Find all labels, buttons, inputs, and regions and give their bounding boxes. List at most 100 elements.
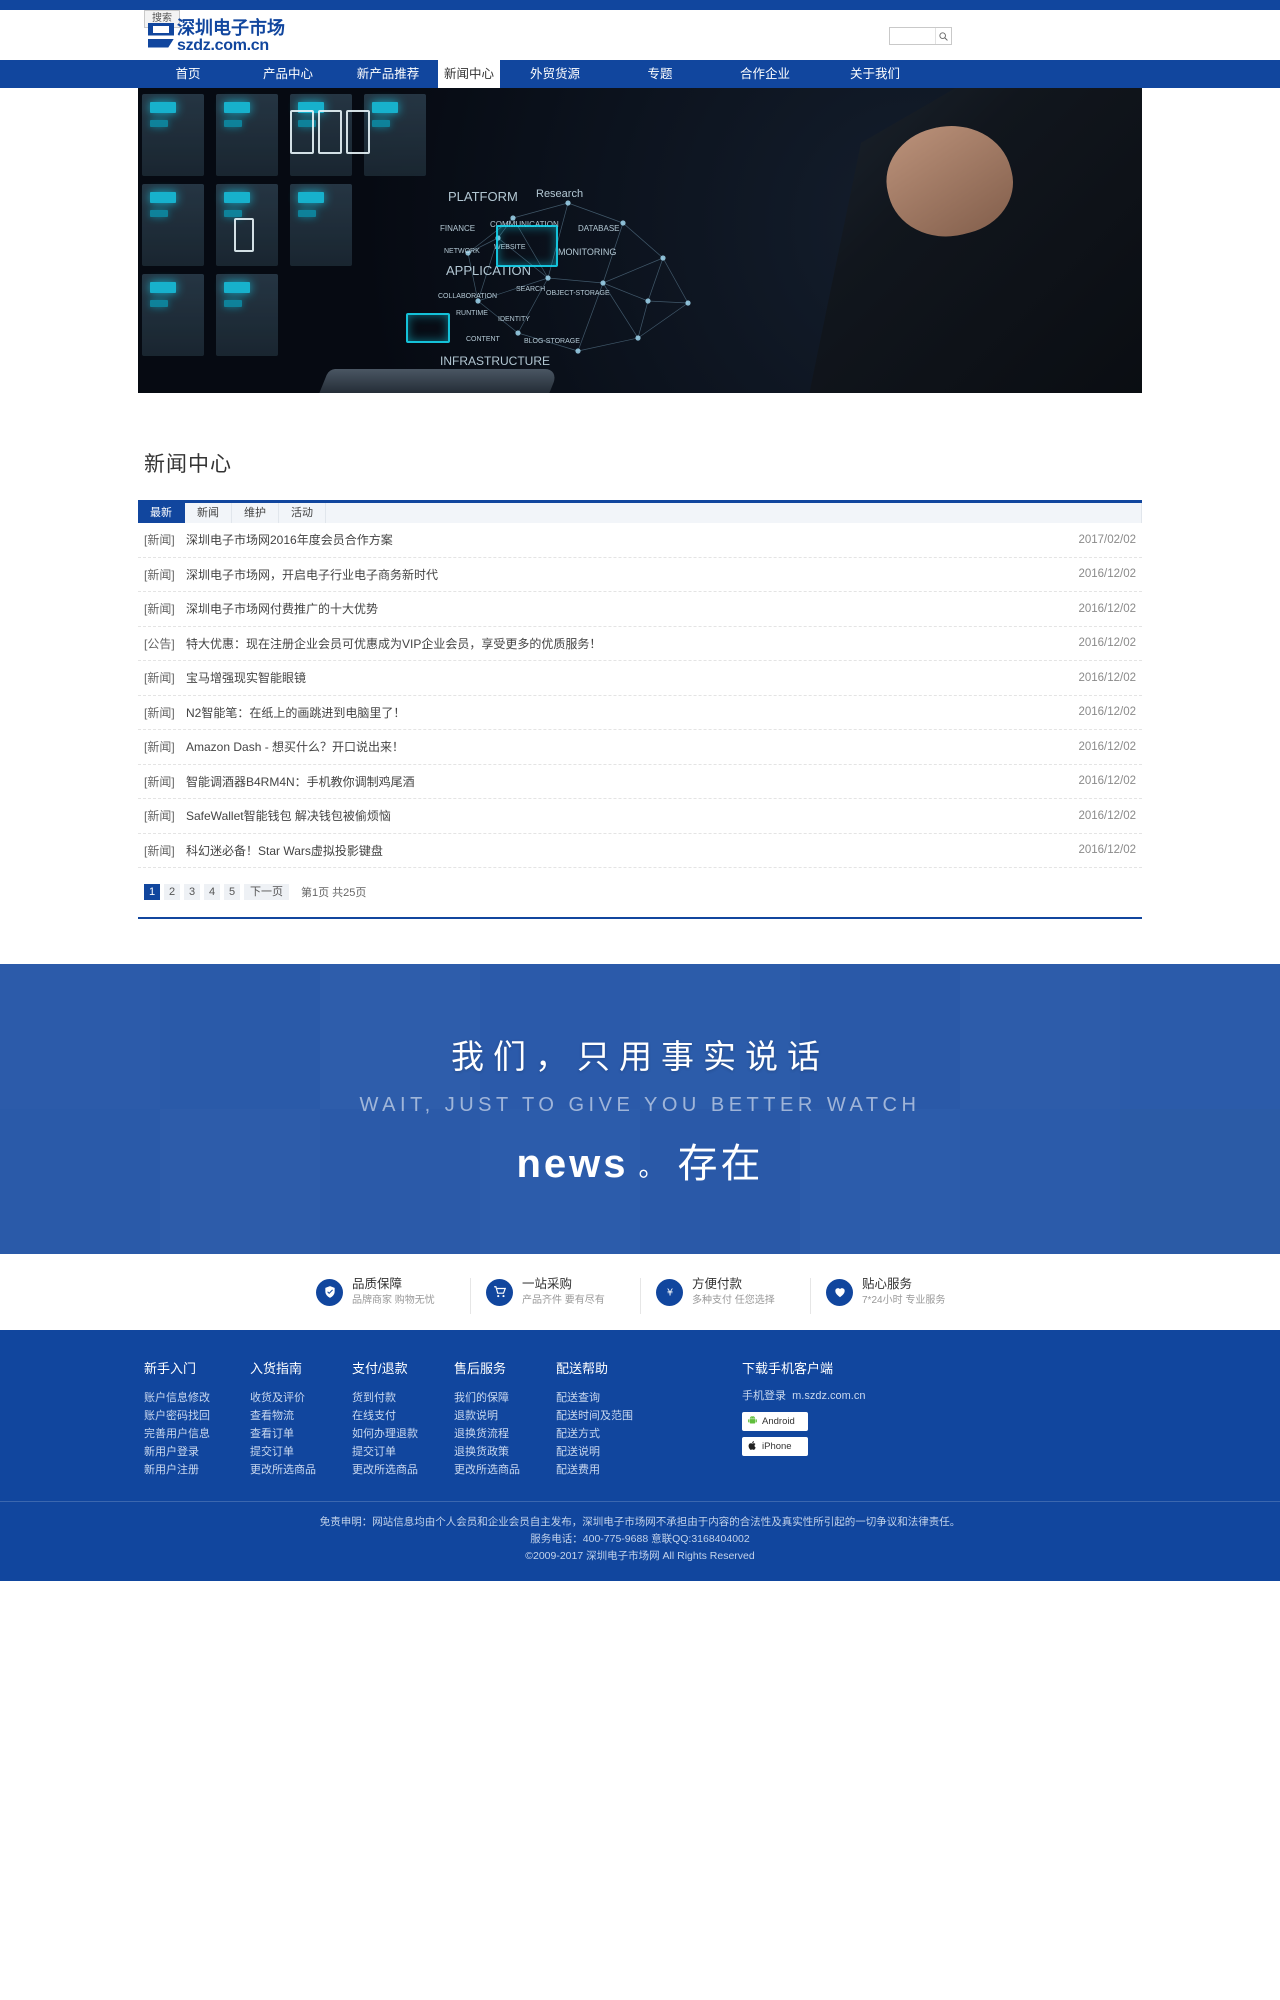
footer-link[interactable]: 收货及评价 [250,1389,352,1407]
page-button-3[interactable]: 3 [184,884,200,900]
footer-link[interactable]: 账户密码找回 [144,1407,250,1425]
news-tabs-wrapper: 最新 新闻 维护 活动 [138,500,1142,523]
news-row[interactable]: [新闻] SafeWallet智能钱包 解决钱包被偷烦恼 2016/12/02 [138,799,1142,834]
service-desc: 7*24小时 专业服务 [862,1295,946,1307]
search-box[interactable] [889,27,952,45]
svg-text:FINANCE: FINANCE [440,224,475,233]
news-title[interactable]: 智能调酒器B4RM4N：手机教你调制鸡尾酒 [186,773,1078,790]
svg-text:NETWORK: NETWORK [444,248,480,255]
news-title[interactable]: 宝马增强现实智能眼镜 [186,669,1078,686]
news-row[interactable]: [新闻] 宝马增强现实智能眼镜 2016/12/02 [138,661,1142,696]
cart-icon [486,1278,513,1306]
app-button-label: Android [762,1416,795,1427]
news-category: [新闻] [144,740,175,755]
nav-item-4[interactable]: 外贸货源 [500,60,610,88]
footer-link[interactable]: 查看物流 [250,1407,352,1425]
next-page-button[interactable]: 下一页 [244,884,289,900]
nav-item-3[interactable]: 新闻中心 [438,60,500,88]
footer-column-1: 入货指南 收货及评价 查看物流 查看订单 提交订单 更改所选商品 [250,1358,352,1479]
footer-link[interactable]: 退换货流程 [454,1425,556,1443]
service-desc: 产品齐件 要有尽有 [522,1295,605,1307]
nav-item-0[interactable]: 首页 [138,60,238,88]
app-download-iphone-button[interactable]: iPhone [742,1437,808,1456]
footer-column-title: 支付/退款 [352,1361,408,1376]
search-icon[interactable] [935,28,951,44]
footer-link[interactable]: 配送说明 [556,1443,658,1461]
news-row[interactable]: [新闻] 深圳电子市场网2016年度会员合作方案 2017/02/02 [138,523,1142,558]
page-button-2[interactable]: 2 [164,884,180,900]
news-row[interactable]: [新闻] 深圳电子市场网付费推广的十大优势 2016/12/02 [138,592,1142,627]
news-title[interactable]: 深圳电子市场网2016年度会员合作方案 [186,531,1078,548]
footer-link[interactable]: 在线支付 [352,1407,454,1425]
page-button-1[interactable]: 1 [144,884,160,900]
logo-text-cn: 深圳电子市场 [177,18,285,38]
svg-text:OBJECT-STORAGE: OBJECT-STORAGE [546,290,610,297]
tab-3[interactable]: 活动 [279,503,326,523]
footer-column-4: 配送帮助 配送查询 配送时间及范围 配送方式 配送说明 配送费用 [556,1358,658,1479]
page-button-5[interactable]: 5 [224,884,240,900]
page-button-4[interactable]: 4 [204,884,220,900]
footer-link[interactable]: 配送方式 [556,1425,658,1443]
news-row[interactable]: [公告] 特大优惠：现在注册企业会员可优惠成为VIP企业会员，享受更多的优质服务！… [138,627,1142,661]
footer-column-0: 新手入门 账户信息修改 账户密码找回 完善用户信息 新用户登录 新用户注册 [144,1358,250,1479]
news-row[interactable]: [新闻] 科幻迷必备！Star Wars虚拟投影键盘 2016/12/02 [138,834,1142,868]
news-row[interactable]: [新闻] N2智能笔：在纸上的画跳进到电脑里了！ 2016/12/02 [138,696,1142,730]
svg-text:¥: ¥ [666,1288,672,1299]
footer-link[interactable]: 货到付款 [352,1389,454,1407]
news-title[interactable]: 科幻迷必备！Star Wars虚拟投影键盘 [186,842,1078,859]
news-row[interactable]: [新闻] 深圳电子市场网，开启电子行业电子商务新时代 2016/12/02 [138,558,1142,592]
news-date: 2016/12/02 [1078,568,1136,581]
footer-link[interactable]: 退款说明 [454,1407,556,1425]
nav-item-2[interactable]: 新产品推荐 [338,60,438,88]
footer-link[interactable]: 新用户注册 [144,1461,250,1479]
tab-2[interactable]: 维护 [232,503,279,523]
footer-column-3: 售后服务 我们的保障 退款说明 退换货流程 退换货政策 更改所选商品 [454,1358,556,1479]
footer-link[interactable]: 我们的保障 [454,1389,556,1407]
nav-item-7[interactable]: 关于我们 [820,60,930,88]
footer-link[interactable]: 提交订单 [352,1443,454,1461]
footer-link[interactable]: 查看订单 [250,1425,352,1443]
footer-link[interactable]: 更改所选商品 [352,1461,454,1479]
news-title[interactable]: Amazon Dash - 想买什么？开口说出来！ [186,738,1078,755]
news-title[interactable]: 深圳电子市场网，开启电子行业电子商务新时代 [186,566,1078,583]
footer-link[interactable]: 新用户登录 [144,1443,250,1461]
svg-text:PLATFORM: PLATFORM [448,189,518,204]
hero-banner: PLATFORM Research FINANCE COMMUNICATION DATA… [138,88,1142,393]
news-date: 2016/12/02 [1078,637,1136,650]
news-title[interactable]: SafeWallet智能钱包 解决钱包被偷烦恼 [186,807,1078,824]
nav-item-6[interactable]: 合作企业 [710,60,820,88]
news-title[interactable]: 特大优惠：现在注册企业会员可优惠成为VIP企业会员，享受更多的优质服务！ [186,635,1078,652]
news-category: [新闻] [144,567,175,582]
main-navigation: 首页 产品中心 新产品推荐 新闻中心 外贸货源 专题 合作企业 关于我们 [0,60,1280,88]
news-row[interactable]: [新闻] 智能调酒器B4RM4N：手机教你调制鸡尾酒 2016/12/02 [138,765,1142,799]
app-download-android-button[interactable]: Android [742,1412,808,1431]
tab-0[interactable]: 最新 [138,503,185,523]
nav-item-1[interactable]: 产品中心 [238,60,338,88]
footer-link[interactable]: 更改所选商品 [454,1461,556,1479]
news-title[interactable]: 深圳电子市场网付费推广的十大优势 [186,600,1078,617]
news-tabs: 最新 新闻 维护 活动 [138,503,1142,523]
footer-mobile-login-url[interactable]: m.szdz.com.cn [792,1390,865,1402]
promo-tagline: news 。存在 [516,1131,763,1189]
news-date: 2016/12/02 [1078,809,1136,822]
footer-link[interactable]: 账户信息修改 [144,1389,250,1407]
service-title: 一站采购 [522,1276,573,1291]
footer-link[interactable]: 配送查询 [556,1389,658,1407]
footer-link[interactable]: 提交订单 [250,1443,352,1461]
news-date: 2016/12/02 [1078,844,1136,857]
footer-link[interactable]: 配送费用 [556,1461,658,1479]
news-title[interactable]: N2智能笔：在纸上的画跳进到电脑里了！ [186,704,1078,721]
footer-link[interactable]: 完善用户信息 [144,1425,250,1443]
android-icon [747,1415,762,1429]
footer-link[interactable]: 配送时间及范围 [556,1407,658,1425]
search-input[interactable] [890,28,935,44]
top-accent-bar [0,0,1280,10]
nav-item-5[interactable]: 专题 [610,60,710,88]
footer-link[interactable]: 如何办理退款 [352,1425,454,1443]
footer-link[interactable]: 退换货政策 [454,1443,556,1461]
footer-link[interactable]: 更改所选商品 [250,1461,352,1479]
tab-1[interactable]: 新闻 [185,503,232,523]
footer-app-column: 下载手机客户端 手机登录 m.szdz.com.cn Android iPhone [742,1358,865,1479]
site-logo[interactable]: 深圳电子市场 szdz.com.cn [148,19,285,54]
news-row[interactable]: [新闻] Amazon Dash - 想买什么？开口说出来！ 2016/12/02 [138,730,1142,765]
